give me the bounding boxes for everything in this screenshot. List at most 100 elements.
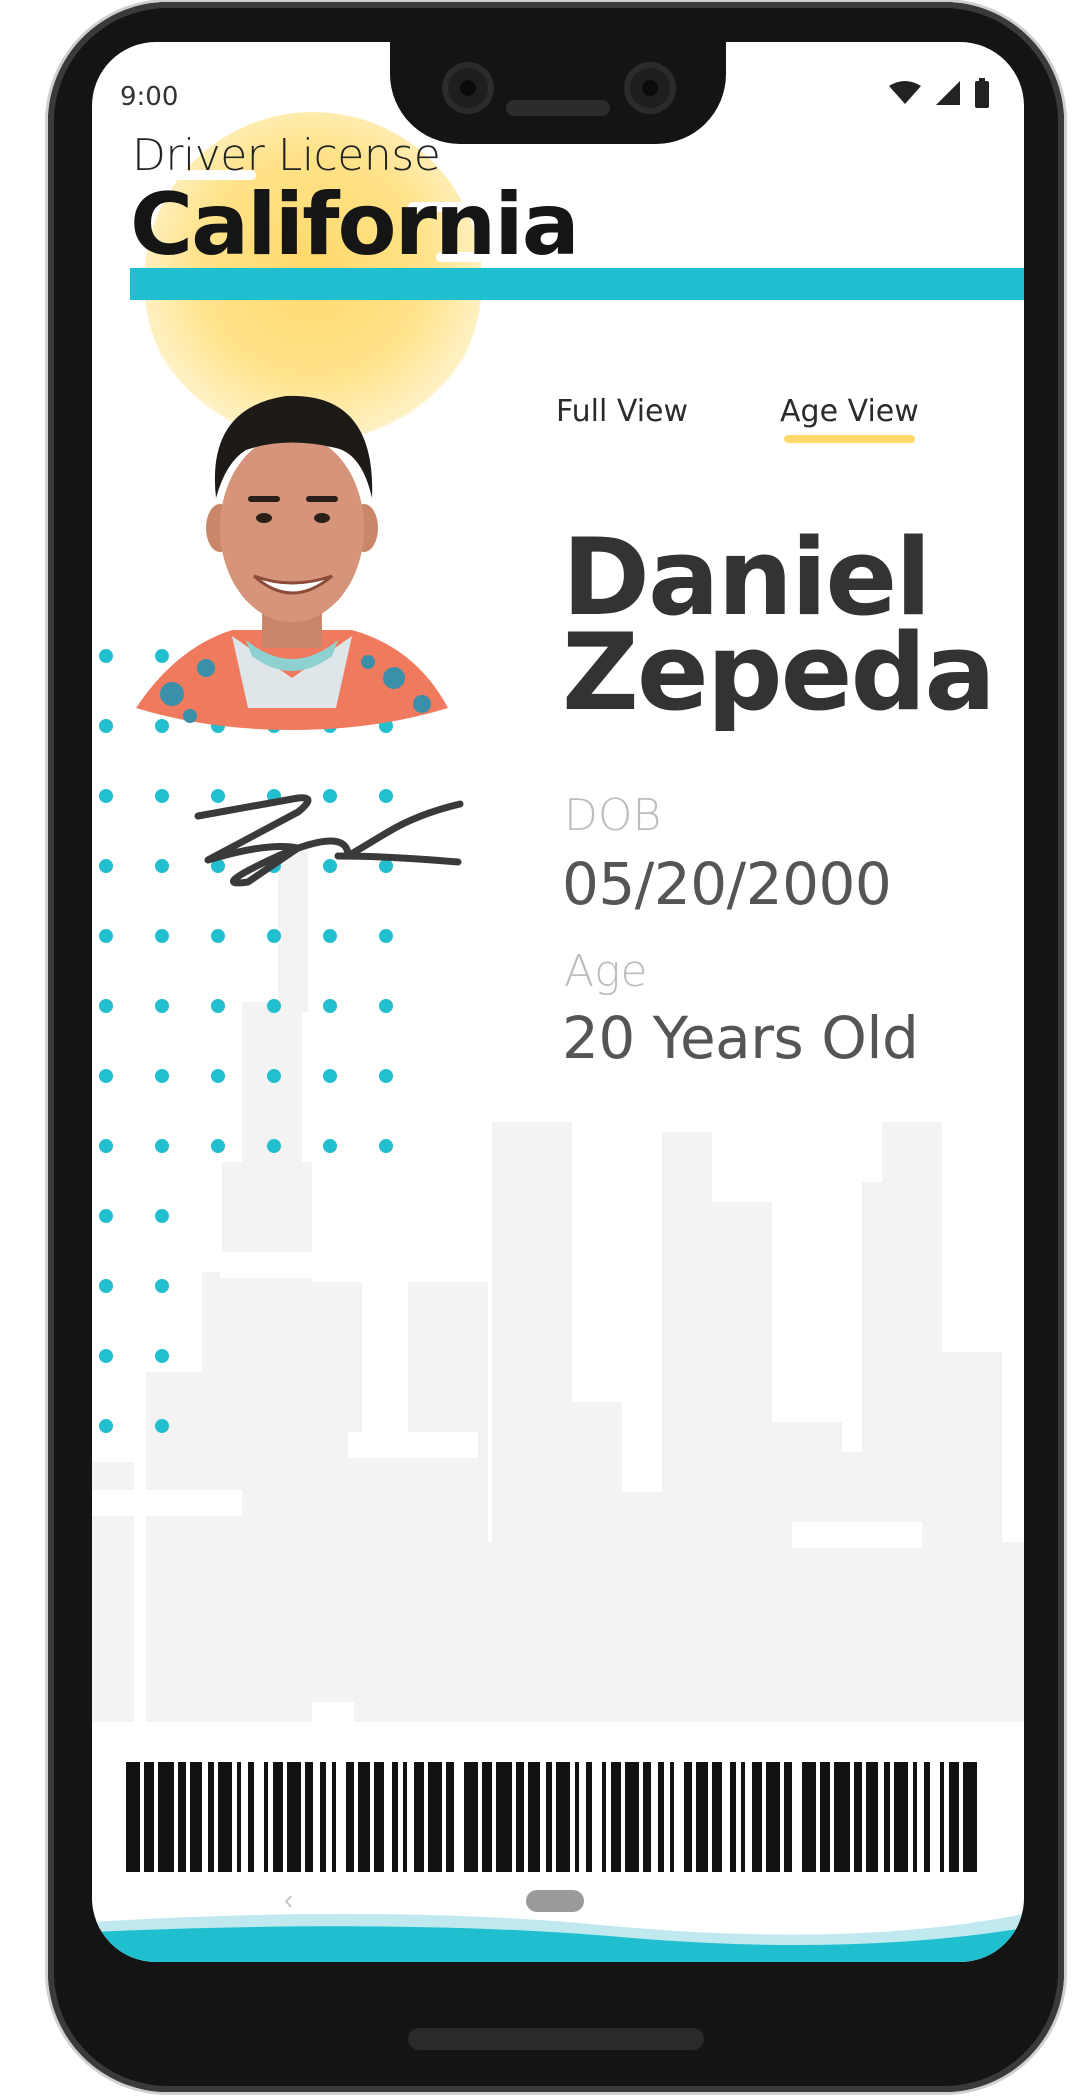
barcode-bar (264, 1762, 268, 1872)
barcode-bar (464, 1762, 478, 1872)
decor-dot (267, 1139, 281, 1153)
decor-dot (267, 1069, 281, 1083)
decor-dot (155, 999, 169, 1013)
barcode-bar (602, 1762, 606, 1872)
tab-full-view[interactable]: Full View (556, 394, 688, 443)
profile-photo (136, 395, 448, 730)
decor-dot (155, 1349, 169, 1363)
bottom-wave-decoration (92, 1913, 1024, 1962)
barcode-bar (730, 1762, 736, 1872)
barcode-bar (516, 1762, 524, 1872)
barcode-bar (866, 1762, 878, 1872)
barcode-bar (924, 1762, 930, 1872)
barcode-bar (741, 1762, 745, 1872)
barcode-bar (884, 1762, 890, 1872)
earpiece (506, 100, 610, 116)
age-label: Age (564, 946, 648, 997)
barcode-bar (684, 1762, 692, 1872)
decor-dot (323, 1139, 337, 1153)
barcode-bar (766, 1762, 780, 1872)
barcode-bar (643, 1762, 651, 1872)
barcode-bar (287, 1762, 301, 1872)
dob-value: 05/20/2000 (562, 850, 892, 918)
signal-icon (936, 81, 960, 105)
decor-dot (99, 1279, 113, 1293)
decor-dot (155, 1139, 169, 1153)
barcode-bar (611, 1762, 621, 1872)
decor-dot (379, 1139, 393, 1153)
barcode-bar (894, 1762, 908, 1872)
barcode-bar (178, 1762, 186, 1872)
decor-dot (211, 1069, 225, 1083)
decor-dot (155, 1209, 169, 1223)
decor-dot (323, 1069, 337, 1083)
decor-dot (99, 1209, 113, 1223)
decor-dot (99, 929, 113, 943)
barcode-bar (346, 1762, 354, 1872)
barcode-bar (802, 1762, 816, 1872)
license-type: Driver License (132, 130, 441, 181)
decor-dot (99, 1139, 113, 1153)
barcode-bar (237, 1762, 241, 1872)
barcode-bar (248, 1762, 254, 1872)
decor-dot (379, 1069, 393, 1083)
barcode-bar (374, 1762, 384, 1872)
barcode-bar (528, 1762, 540, 1872)
barcode-bar (358, 1762, 370, 1872)
header-accent-bar (130, 268, 1024, 300)
barcode-bar (158, 1762, 174, 1872)
decor-dot (155, 789, 169, 803)
decor-dot (99, 1069, 113, 1083)
person-name: Daniel Zepeda (562, 524, 996, 735)
barcode-bar (963, 1762, 977, 1872)
barcode-bar (712, 1762, 722, 1872)
barcode-bar (586, 1762, 592, 1872)
decor-dot (211, 929, 225, 943)
decor-dot (99, 719, 113, 733)
state-title: California (130, 175, 580, 275)
view-tabs: Full View Age View (556, 394, 919, 443)
decor-dot (99, 859, 113, 873)
battery-icon (975, 78, 989, 108)
decor-dot (99, 1419, 113, 1433)
phone-screen: 9:00 Driver License California Full View… (92, 42, 1024, 1962)
barcode-bar (834, 1762, 850, 1872)
decor-dot (99, 789, 113, 803)
barcode-bar (556, 1762, 570, 1872)
barcode-bar (496, 1762, 512, 1872)
decor-dot (379, 929, 393, 943)
barcode-bar (696, 1762, 708, 1872)
barcode-bar (625, 1762, 639, 1872)
front-camera (624, 62, 676, 114)
barcode-bar (575, 1762, 579, 1872)
barcode-bar (546, 1762, 552, 1872)
decor-dot (155, 929, 169, 943)
barcode-bar (332, 1762, 336, 1872)
barcode-bar (428, 1762, 442, 1872)
barcode-bar (305, 1762, 313, 1872)
age-value: 20 Years Old (562, 1004, 919, 1072)
decor-dot (155, 1279, 169, 1293)
barcode-bar (913, 1762, 917, 1872)
status-icons (888, 78, 990, 108)
decor-dot (211, 1139, 225, 1153)
barcode-bar (392, 1762, 398, 1872)
decor-dot (99, 999, 113, 1013)
tab-age-view[interactable]: Age View (780, 394, 919, 443)
decor-dot (155, 1419, 169, 1433)
barcode-bar (820, 1762, 830, 1872)
barcode-bar (144, 1762, 154, 1872)
barcode-bar (940, 1762, 944, 1872)
barcode-bar (854, 1762, 862, 1872)
decor-dot (99, 1349, 113, 1363)
barcode-bar (752, 1762, 762, 1872)
barcode-bar (949, 1762, 959, 1872)
barcode-bar (403, 1762, 407, 1872)
barcode-bar (446, 1762, 454, 1872)
decor-dot (323, 929, 337, 943)
decor-dot (379, 999, 393, 1013)
barcode-bar (658, 1762, 664, 1872)
decor-dot (267, 999, 281, 1013)
barcode-bar (273, 1762, 283, 1872)
last-name: Zepeda (562, 611, 996, 735)
